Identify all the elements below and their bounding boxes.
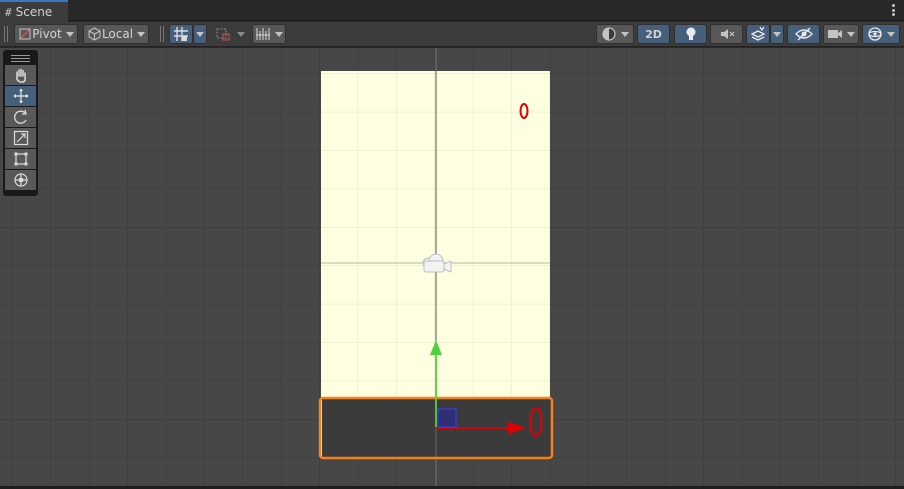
shaded-sphere-icon xyxy=(602,27,616,41)
hand-icon xyxy=(15,68,26,83)
chevron-down-icon xyxy=(65,31,74,37)
camera-dropdown[interactable] xyxy=(823,24,859,44)
snap-increment-icon xyxy=(216,28,230,41)
chevron-down-icon xyxy=(137,31,146,37)
lightbulb-icon xyxy=(686,27,695,40)
hand-tool[interactable] xyxy=(5,65,36,85)
rotate-icon xyxy=(13,109,27,124)
grid-snap-icon xyxy=(174,27,188,41)
scene-window: # Scene Pivot Local 2D xyxy=(0,0,904,489)
audio-toggle-button[interactable] xyxy=(710,24,743,44)
tab-scene-label: Scene xyxy=(15,5,53,19)
tools-palette[interactable] xyxy=(3,50,38,196)
effects-layers-icon xyxy=(750,26,766,41)
chevron-down-icon xyxy=(773,31,781,37)
palette-drag-handle[interactable] xyxy=(5,52,36,64)
draw-mode-dropdown[interactable] xyxy=(596,24,634,44)
local-label: Local xyxy=(101,27,134,41)
grid-options-dropdown[interactable] xyxy=(193,24,207,44)
toolbar-grip[interactable] xyxy=(4,26,8,42)
hidden-objects-toggle-button[interactable] xyxy=(787,24,820,44)
rect-transform-icon xyxy=(14,152,27,166)
ruler-options-dropdown[interactable] xyxy=(252,24,286,44)
chevron-down-icon xyxy=(887,31,895,37)
tab-bar: # Scene xyxy=(0,0,904,22)
pivot-label: Pivot xyxy=(32,27,62,41)
grid-toggle-button[interactable] xyxy=(169,24,193,44)
pivot-dropdown[interactable]: Pivot xyxy=(14,24,78,44)
2d-mode-button[interactable]: 2D xyxy=(637,24,670,44)
rotate-tool[interactable] xyxy=(5,107,36,127)
effects-dropdown[interactable] xyxy=(770,24,784,44)
transform-tool[interactable] xyxy=(5,170,36,190)
scale-icon xyxy=(13,130,28,146)
transform-icon xyxy=(13,173,28,187)
kebab-menu-icon[interactable] xyxy=(890,3,896,17)
toolbar-grip[interactable] xyxy=(160,26,164,42)
tab-scene[interactable]: # Scene xyxy=(0,0,68,22)
rect-tool[interactable] xyxy=(5,149,36,169)
chevron-down-icon xyxy=(847,31,855,37)
2d-mode-label: 2D xyxy=(645,27,662,41)
camera-icon xyxy=(828,30,842,38)
scale-tool[interactable] xyxy=(5,128,36,148)
increment-snap-dropdown[interactable] xyxy=(234,24,248,44)
scene-canvas[interactable] xyxy=(0,48,904,486)
scene-toolbar: Pivot Local 2D xyxy=(0,22,904,47)
gizmos-dropdown[interactable] xyxy=(862,24,900,44)
gizmos-globe-icon xyxy=(868,27,882,41)
chevron-down-icon xyxy=(237,31,245,37)
increment-snap-button[interactable] xyxy=(212,24,234,44)
move-tool[interactable] xyxy=(5,86,36,106)
xy-plane-handle[interactable] xyxy=(437,408,457,428)
effects-toggle-button[interactable] xyxy=(746,24,770,44)
grid-hash-icon: # xyxy=(5,5,12,19)
ruler-icon xyxy=(256,28,270,40)
chevron-down-icon xyxy=(196,31,204,37)
move-arrows-icon xyxy=(13,88,28,104)
chevron-down-icon xyxy=(275,31,283,37)
scene-viewport[interactable] xyxy=(0,48,904,486)
cube-icon xyxy=(88,27,101,41)
pivot-icon xyxy=(19,28,31,40)
eye-hidden-icon xyxy=(794,27,813,41)
local-dropdown[interactable]: Local xyxy=(83,24,149,44)
audio-mute-icon xyxy=(720,29,734,39)
chevron-down-icon xyxy=(621,31,629,37)
lighting-toggle-button[interactable] xyxy=(674,24,707,44)
